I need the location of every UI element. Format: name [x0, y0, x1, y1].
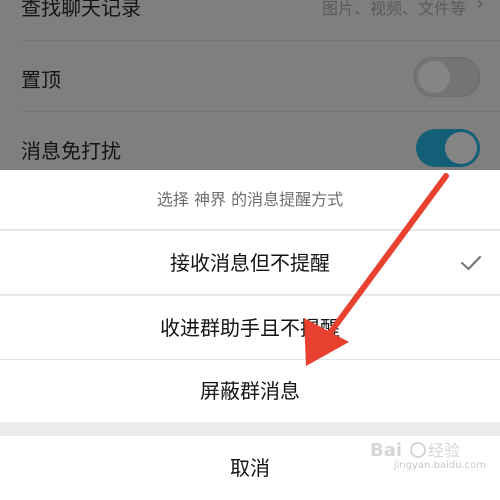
option-label: 接收消息但不提醒 [170, 251, 330, 275]
search-chat-history-hint: 图片、视频、文件等 [321, 0, 466, 18]
checkmark-icon [460, 255, 482, 271]
option-label: 收进群助手且不提醒 [160, 316, 340, 340]
pin-top-label: 置顶 [21, 68, 61, 92]
sheet-title: 选择 神界 的消息提醒方式 [0, 170, 500, 230]
chat-settings-page: 查找聊天记录 图片、视频、文件等 › 置顶 消息免打扰 [0, 0, 500, 170]
option-block-group-messages[interactable]: 屏蔽群消息 [0, 360, 500, 422]
toggle-knob [418, 61, 450, 93]
baidu-watermark: Bai 经验 jingyan.baidu.com [366, 438, 486, 478]
toggle-knob [445, 132, 477, 164]
search-chat-history-label: 查找聊天记录 [21, 0, 141, 20]
pin-top-toggle[interactable] [414, 57, 480, 97]
search-chat-history-row[interactable]: 查找聊天记录 图片、视频、文件等 › [0, 0, 500, 40]
option-group-assistant[interactable]: 收进群助手且不提醒 [0, 296, 500, 360]
watermark-url: jingyan.baidu.com [393, 460, 486, 471]
option-label: 屏蔽群消息 [200, 379, 300, 403]
option-receive-no-alert[interactable]: 接收消息但不提醒 [0, 231, 500, 295]
chevron-right-icon: › [476, 0, 484, 15]
baidu-logo-icon: Bai 经验 [370, 440, 460, 461]
do-not-disturb-toggle[interactable] [416, 129, 480, 167]
svg-text:Bai: Bai [370, 440, 402, 461]
svg-text:经验: 经验 [428, 441, 460, 460]
do-not-disturb-label: 消息免打扰 [21, 139, 121, 163]
pin-top-row: 置顶 [0, 40, 500, 110]
